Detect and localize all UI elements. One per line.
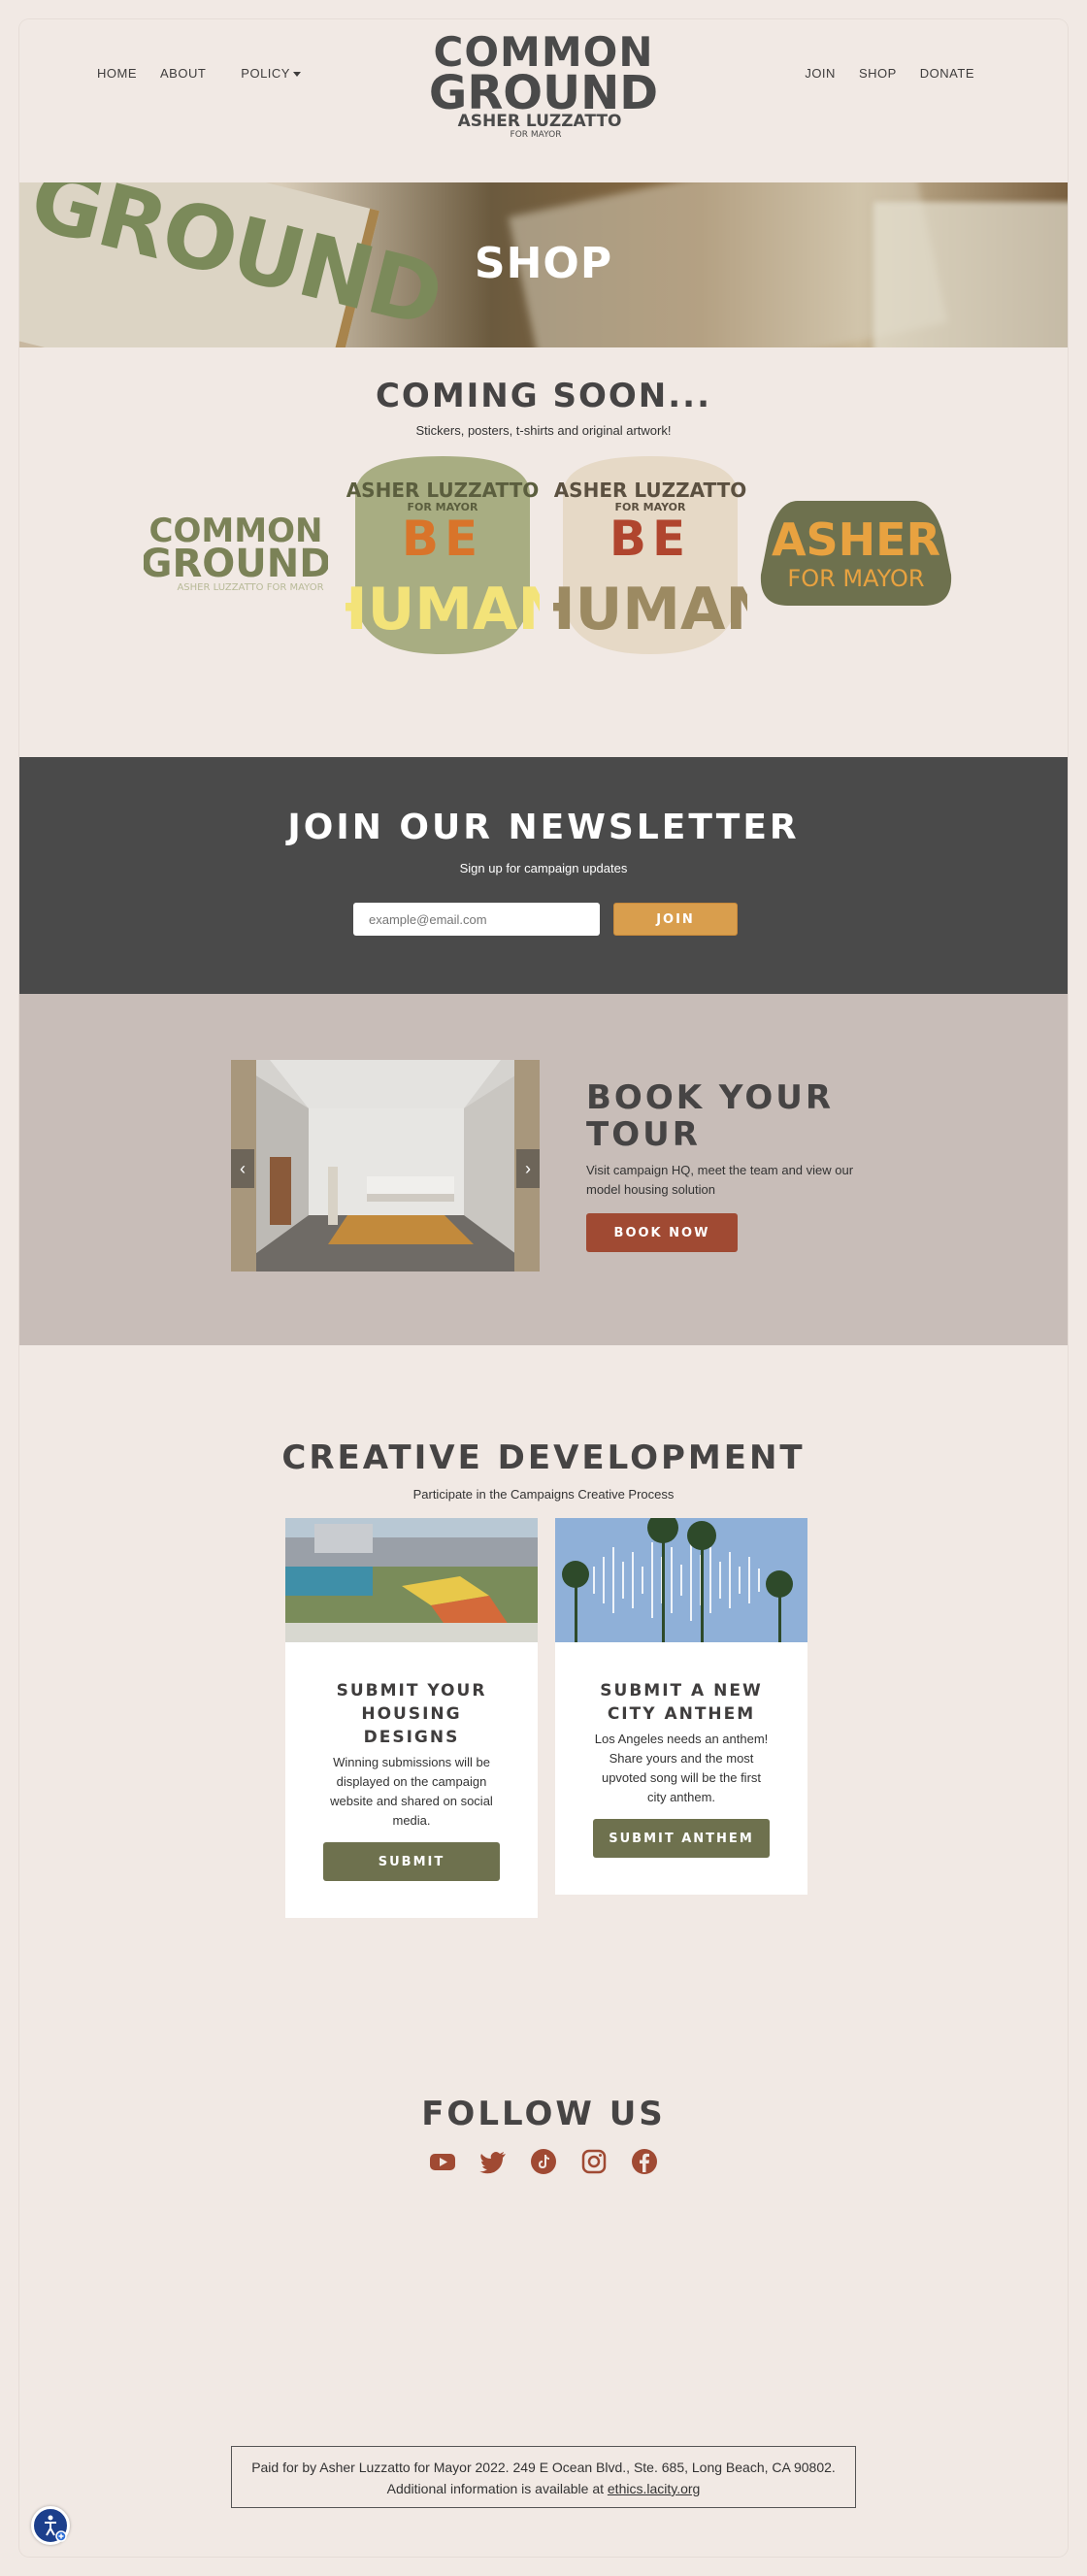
instagram-icon[interactable] <box>579 2147 609 2176</box>
paid-for-disclaimer: Paid for by Asher Luzzatto for Mayor 202… <box>231 2446 856 2508</box>
coming-soon-title: COMING SOON... <box>375 377 712 415</box>
nav-about[interactable]: ABOUT <box>160 66 206 81</box>
social-icons <box>19 2147 1068 2176</box>
housing-card: SUBMIT YOUR HOUSING DESIGNS Winning subm… <box>285 1518 538 1918</box>
site-header: HOME ABOUT POLICY COMMON GROUND ASHER LU… <box>19 19 1068 182</box>
email-field[interactable] <box>353 903 600 936</box>
creative-subtitle: Participate in the Campaigns Creative Pr… <box>412 1487 675 1502</box>
follow-title: FOLLOW US <box>421 2095 666 2133</box>
youtube-icon[interactable] <box>428 2147 457 2176</box>
accessibility-icon[interactable] <box>31 2506 70 2545</box>
submit-designs-button[interactable]: SUBMIT <box>323 1842 500 1881</box>
creative-title: CREATIVE DEVELOPMENT <box>281 1438 806 1477</box>
twitter-icon[interactable] <box>478 2147 508 2176</box>
book-tour-section: ‹ › BOOK YOUR TOUR Visit campaign HQ, me… <box>19 994 1068 1345</box>
nav-home[interactable]: HOME <box>97 66 137 81</box>
logo-line3: ASHER LUZZATTO <box>458 112 622 131</box>
sticker4-line2: FOR MAYOR <box>787 565 924 592</box>
sticker-common-ground: COMMON GROUND ASHER LUZZATTO FOR MAYOR <box>144 512 328 593</box>
tour-description: Visit campaign HQ, meet the team and vie… <box>586 1163 854 1197</box>
tour-carousel[interactable]: ‹ › <box>231 1060 540 1271</box>
disclaimer-text: Paid for by Asher Luzzatto for Mayor 202… <box>251 2460 836 2496</box>
carousel-next-button[interactable]: › <box>516 1149 540 1188</box>
newsletter-title: JOIN OUR NEWSLETTER <box>287 808 800 847</box>
sticker-row: COMMON GROUND ASHER LUZZATTO FOR MAYOR A… <box>19 456 1068 660</box>
sticker4-line1: ASHER <box>772 513 940 566</box>
nav-donate[interactable]: DONATE <box>920 66 974 81</box>
housing-card-image <box>285 1518 538 1642</box>
coming-soon-section: COMING SOON... Stickers, posters, t-shir… <box>19 347 1068 757</box>
sticker3-line1: ASHER LUZZATTO <box>554 479 747 502</box>
palm-trees-soundwave-image <box>555 1518 807 1642</box>
logo-line4: FOR MAYOR <box>511 130 562 140</box>
nav-join[interactable]: JOIN <box>805 66 836 81</box>
coming-soon-subtitle: Stickers, posters, t-shirts and original… <box>415 423 672 438</box>
sticker3-line3: BE <box>609 511 691 567</box>
chevron-down-icon <box>292 72 301 78</box>
sticker2-line1: ASHER LUZZATTO <box>346 479 540 502</box>
newsletter-subtitle: Sign up for campaign updates <box>459 861 628 875</box>
hero-title: SHOP <box>474 239 613 288</box>
site-logo[interactable]: COMMON GROUND ASHER LUZZATTO FOR MAYOR <box>417 25 670 140</box>
sticker1-line3: ASHER LUZZATTO FOR MAYOR <box>177 582 323 593</box>
housing-card-title: SUBMIT YOUR HOUSING DESIGNS <box>336 1681 487 1747</box>
tiktok-icon[interactable] <box>529 2147 558 2176</box>
sticker1-line2: GROUND <box>144 542 328 586</box>
shop-hero: GROUND SHOP <box>19 182 1068 347</box>
anthem-card-title: SUBMIT A NEW CITY ANTHEM <box>600 1681 763 1724</box>
facebook-icon[interactable] <box>630 2147 659 2176</box>
tour-title: BOOK YOUR TOUR <box>586 1078 835 1154</box>
tour-text-block: BOOK YOUR TOUR Visit campaign HQ, meet t… <box>586 1079 877 1252</box>
tour-room-image <box>231 1060 540 1271</box>
anthem-card-image <box>555 1518 807 1642</box>
housing-card-text: Winning submissions will be displayed on… <box>330 1755 493 1828</box>
anthem-card-text: Los Angeles needs an anthem! Share yours… <box>594 1732 769 1804</box>
newsletter-section: JOIN OUR NEWSLETTER Sign up for campaign… <box>19 757 1068 994</box>
sticker2-line3: BE <box>402 511 483 567</box>
nav-right: JOIN SHOP DONATE <box>781 66 974 81</box>
nav-policy-label: POLICY <box>241 66 290 81</box>
submit-anthem-button[interactable]: SUBMIT ANTHEM <box>593 1819 770 1858</box>
nav-left: HOME ABOUT POLICY <box>97 66 324 81</box>
nav-shop[interactable]: SHOP <box>859 66 897 81</box>
housing-rendering-image <box>285 1518 538 1642</box>
ethics-link[interactable]: ethics.lacity.org <box>608 2481 700 2496</box>
newsletter-form: JOIN <box>353 903 738 936</box>
join-button[interactable]: JOIN <box>613 903 738 936</box>
sticker-asher-for-mayor: ASHER FOR MAYOR <box>760 501 952 606</box>
sticker-be-human-tan: ASHER LUZZATTO FOR MAYOR BE HUMAN <box>553 456 747 654</box>
sticker2-line4: HUMAN <box>346 576 540 644</box>
book-now-button[interactable]: BOOK NOW <box>586 1213 738 1252</box>
nav-policy[interactable]: POLICY <box>241 66 301 81</box>
sticker3-line4: HUMAN <box>553 576 747 644</box>
carousel-prev-button[interactable]: ‹ <box>231 1149 254 1188</box>
sticker-be-human-green: ASHER LUZZATTO FOR MAYOR BE HUMAN <box>346 456 540 654</box>
page-frame: HOME ABOUT POLICY COMMON GROUND ASHER LU… <box>19 19 1068 2557</box>
creative-section: CREATIVE DEVELOPMENT Participate in the … <box>19 1345 1068 2044</box>
anthem-card: SUBMIT A NEW CITY ANTHEM Los Angeles nee… <box>555 1518 807 1895</box>
